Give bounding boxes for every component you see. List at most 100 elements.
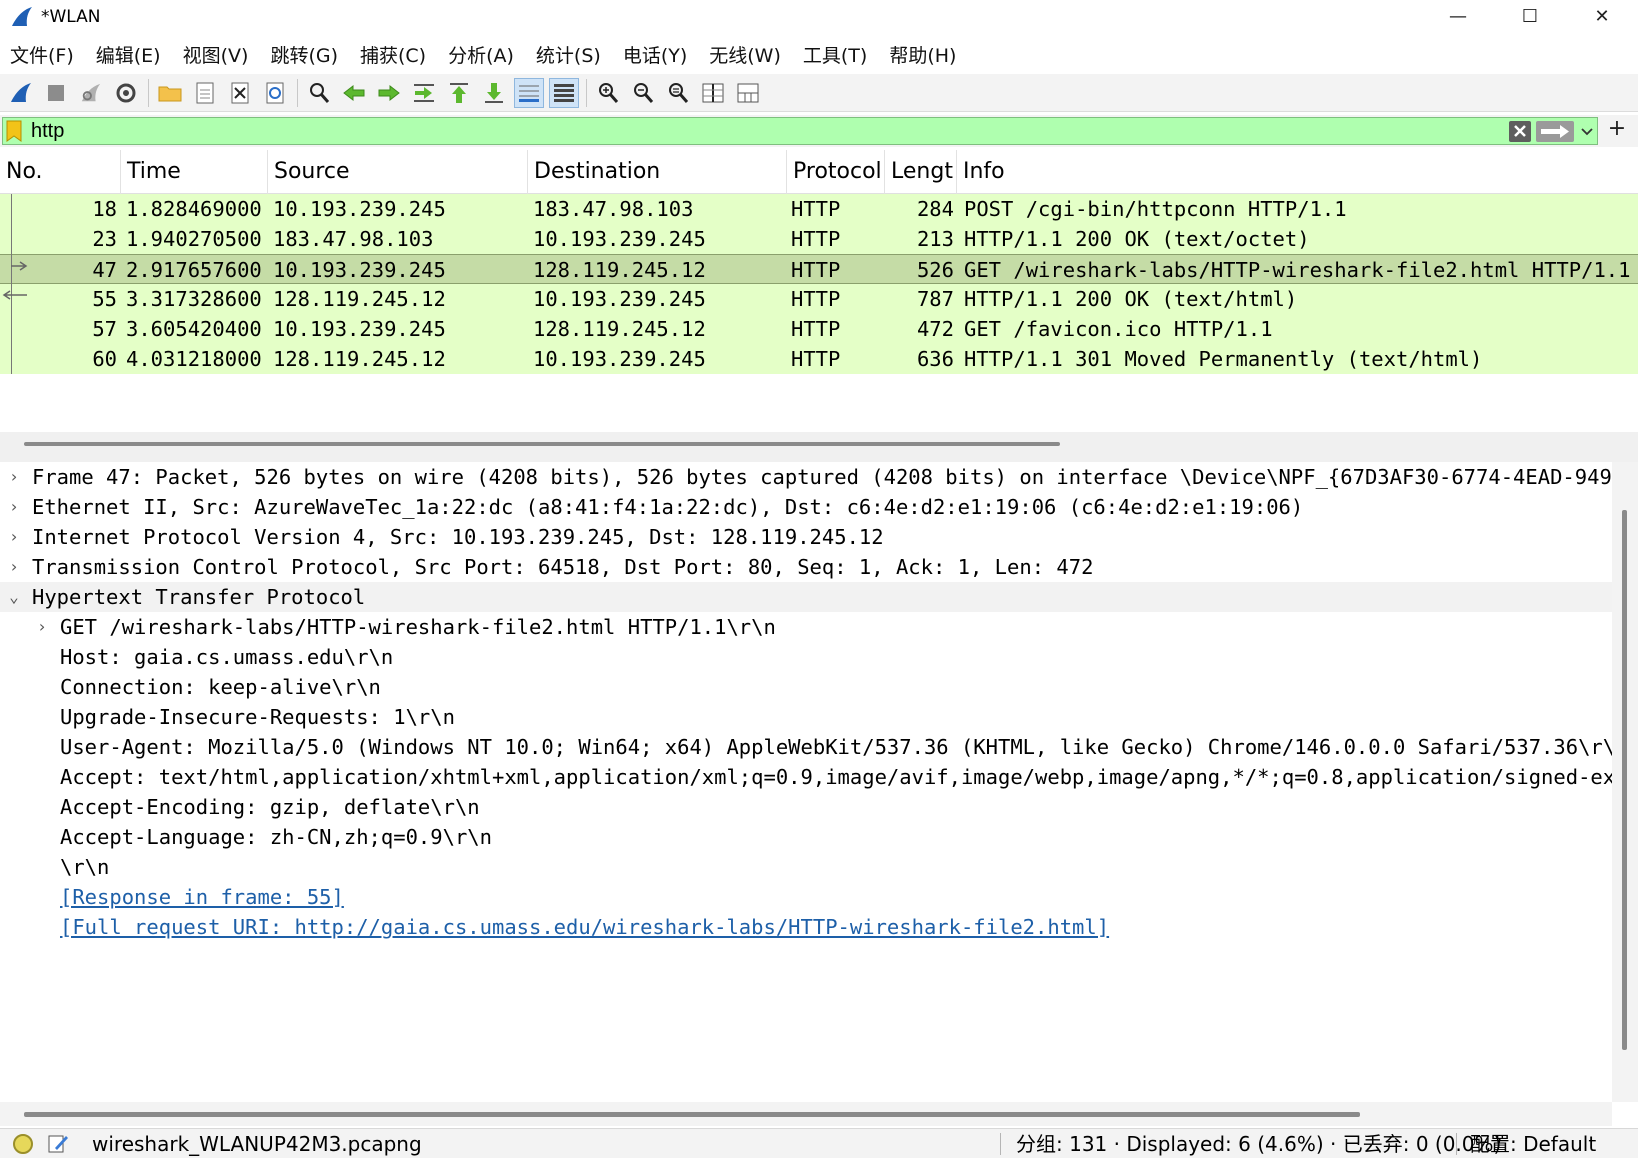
- cell-info: HTTP/1.1 301 Moved Permanently (text/htm…: [964, 347, 1483, 371]
- menu-wireless[interactable]: 无线(W): [703, 41, 787, 68]
- chevron-right-icon[interactable]: ›: [6, 462, 22, 492]
- menu-edit[interactable]: 编辑(E): [90, 41, 167, 68]
- detail-tree-item[interactable]: › Frame 47: Packet, 526 bytes on wire (42…: [0, 462, 1612, 492]
- clear-filter-button[interactable]: [1509, 121, 1531, 142]
- normal-size-button[interactable]: [663, 78, 693, 108]
- maximize-button[interactable]: ☐: [1494, 0, 1566, 33]
- column-length[interactable]: Lengt: [885, 150, 957, 194]
- bookmark-icon[interactable]: [6, 120, 22, 142]
- packet-row[interactable]: 47 2.917657600 10.193.239.245 128.119.245.1…: [0, 254, 1638, 284]
- menu-view[interactable]: 视图(V): [177, 41, 255, 68]
- zoom-out-button[interactable]: [628, 78, 658, 108]
- go-to-packet-button[interactable]: [409, 78, 439, 108]
- apply-filter-button[interactable]: [1536, 121, 1574, 142]
- detail-text: GET /wireshark-labs/HTTP-wireshark-file2…: [60, 615, 776, 639]
- reload-file-button[interactable]: [260, 78, 290, 108]
- column-protocol[interactable]: Protocol: [787, 150, 885, 194]
- detail-tree-item[interactable]: ⌄ Hypertext Transfer Protocol: [0, 582, 1612, 612]
- capture-options-button[interactable]: [111, 78, 141, 108]
- minimize-button[interactable]: —: [1422, 0, 1494, 33]
- detail-tree-item[interactable]: Connection: keep-alive\r\n: [0, 672, 1612, 702]
- menu-tools[interactable]: 工具(T): [797, 41, 873, 68]
- menu-help[interactable]: 帮助(H): [883, 41, 962, 68]
- detail-tree-item[interactable]: \r\n: [0, 852, 1612, 882]
- detail-text: Upgrade-Insecure-Requests: 1\r\n: [60, 705, 455, 729]
- stop-capture-button[interactable]: [41, 78, 71, 108]
- detail-tree-item[interactable]: Upgrade-Insecure-Requests: 1\r\n: [0, 702, 1612, 732]
- detail-tree-item[interactable]: › Internet Protocol Version 4, Src: 10.19…: [0, 522, 1612, 552]
- cell-time: 4.031218000: [126, 347, 262, 371]
- details-vscroll-thumb[interactable]: [1622, 510, 1627, 1050]
- detail-tree-item[interactable]: Accept-Language: zh-CN,zh;q=0.9\r\n: [0, 822, 1612, 852]
- chevron-right-icon[interactable]: ›: [6, 552, 22, 582]
- chevron-right-icon[interactable]: ›: [6, 492, 22, 522]
- column-no[interactable]: No.: [0, 150, 121, 194]
- packet-row[interactable]: 18 1.828469000 10.193.239.245 183.47.98.103…: [0, 194, 1638, 224]
- find-packet-button[interactable]: [304, 78, 334, 108]
- detail-tree-item[interactable]: [Response in frame: 55]: [0, 882, 1612, 912]
- menu-capture[interactable]: 捕获(C): [354, 41, 432, 68]
- detail-tree-item[interactable]: User-Agent: Mozilla/5.0 (Windows NT 10.0…: [0, 732, 1612, 762]
- detail-tree-item[interactable]: [Full request URI: http://gaia.cs.umass.…: [0, 912, 1612, 942]
- detail-tree-item[interactable]: Accept-Encoding: gzip, deflate\r\n: [0, 792, 1612, 822]
- cell-length: 213: [916, 227, 954, 251]
- packet-stats: 分组: 131 · Displayed: 6 (4.6%) · 已丢弃: 0 (…: [1016, 1132, 1502, 1156]
- cell-time: 1.828469000: [126, 197, 262, 221]
- expert-info-icon[interactable]: [13, 1134, 33, 1154]
- menu-analyze[interactable]: 分析(A): [442, 41, 520, 68]
- display-filter-input[interactable]: [31, 118, 1501, 144]
- packet-row[interactable]: 23 1.940270500 183.47.98.103 10.193.239.245…: [0, 224, 1638, 254]
- chevron-right-icon[interactable]: ›: [6, 522, 22, 552]
- restart-capture-button[interactable]: [76, 78, 106, 108]
- details-hscroll[interactable]: [0, 1102, 1612, 1126]
- column-time[interactable]: Time: [121, 150, 268, 194]
- splitter-scroll-thumb[interactable]: [24, 442, 1060, 446]
- chevron-down-icon[interactable]: ⌄: [6, 582, 22, 612]
- packet-list-pane: No. Time Source Destination Protocol Len…: [0, 150, 1638, 446]
- close-file-button[interactable]: [225, 78, 255, 108]
- start-capture-button[interactable]: [6, 78, 36, 108]
- auto-scroll-button[interactable]: [514, 77, 544, 108]
- colorize-button[interactable]: [549, 77, 579, 108]
- save-file-button[interactable]: [190, 78, 220, 108]
- filter-history-dropdown[interactable]: [1578, 121, 1596, 142]
- open-file-button[interactable]: [155, 78, 185, 108]
- go-back-button[interactable]: [339, 78, 369, 108]
- first-packet-button[interactable]: [444, 78, 474, 108]
- column-destination[interactable]: Destination: [528, 150, 787, 194]
- menu-statistics[interactable]: 统计(S): [530, 41, 607, 68]
- resize-columns-button[interactable]: [698, 78, 728, 108]
- close-button[interactable]: ✕: [1566, 0, 1638, 33]
- profile-indicator[interactable]: 配置: Default: [1470, 1129, 1596, 1159]
- detail-tree-item[interactable]: Accept: text/html,application/xhtml+xml,…: [0, 762, 1612, 792]
- file-icon: [196, 82, 214, 103]
- menu-telephony[interactable]: 电话(Y): [617, 41, 693, 68]
- detail-link[interactable]: [Response in frame: 55]: [60, 882, 344, 912]
- cell-source: 10.193.239.245: [273, 197, 446, 221]
- layout-button[interactable]: [733, 78, 763, 108]
- packet-row[interactable]: 60 4.031218000 128.119.245.12 10.193.239.24…: [0, 344, 1638, 374]
- menu-go[interactable]: 跳转(G): [264, 41, 344, 68]
- details-hscroll-thumb[interactable]: [24, 1112, 1360, 1117]
- zoom-in-button[interactable]: [593, 78, 623, 108]
- wireshark-fin-icon: [12, 6, 32, 26]
- cell-source: 128.119.245.12: [273, 287, 446, 311]
- add-filter-button[interactable]: +: [1604, 116, 1630, 144]
- menu-file[interactable]: 文件(F): [4, 41, 80, 68]
- packet-row[interactable]: 55 3.317328600 128.119.245.12 10.193.239.24…: [0, 284, 1638, 314]
- column-info[interactable]: Info: [957, 150, 1638, 194]
- capture-comment-icon[interactable]: [47, 1132, 69, 1154]
- column-source[interactable]: Source: [268, 150, 528, 194]
- detail-tree-item[interactable]: Host: gaia.cs.umass.edu\r\n: [0, 642, 1612, 672]
- packet-row[interactable]: 57 3.605420400 10.193.239.245 128.119.245.1…: [0, 314, 1638, 344]
- details-vscroll[interactable]: [1612, 462, 1638, 1102]
- chevron-right-icon[interactable]: ›: [34, 612, 50, 642]
- detail-link[interactable]: [Full request URI: http://gaia.cs.umass.…: [60, 912, 1109, 942]
- last-packet-button[interactable]: [479, 78, 509, 108]
- pane-splitter[interactable]: [0, 432, 1638, 462]
- cell-length: 787: [916, 287, 954, 311]
- detail-tree-item[interactable]: › Ethernet II, Src: AzureWaveTec_1a:22:dc…: [0, 492, 1612, 522]
- detail-tree-item[interactable]: › Transmission Control Protocol, Src Port…: [0, 552, 1612, 582]
- detail-tree-item[interactable]: › GET /wireshark-labs/HTTP-wireshark-file…: [0, 612, 1612, 642]
- go-forward-button[interactable]: [374, 78, 404, 108]
